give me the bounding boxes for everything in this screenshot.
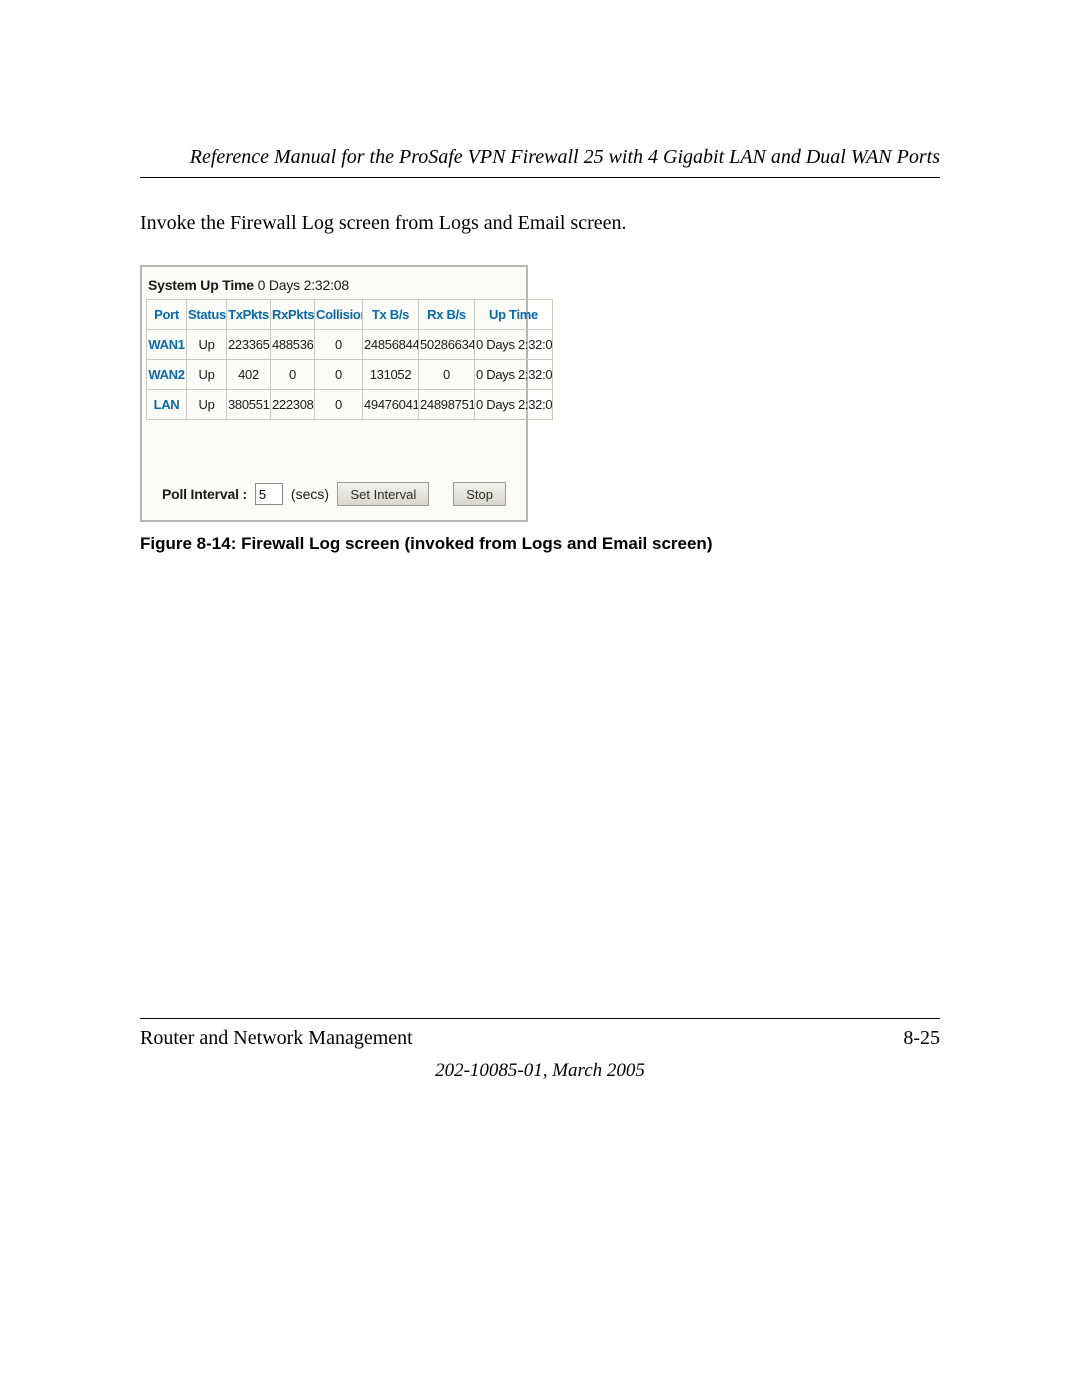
intro-text: Invoke the Firewall Log screen from Logs… xyxy=(140,212,940,235)
table-row: WAN2 Up 402 0 0 131052 0 0 Days 2:32:08 xyxy=(147,360,553,390)
page-header: Reference Manual for the ProSafe VPN Fir… xyxy=(140,146,940,178)
cell-collisions: 0 xyxy=(315,360,363,390)
poll-unit: (secs) xyxy=(291,486,329,502)
cell-txbs: 24856844 xyxy=(363,330,419,360)
table-row: WAN1 Up 223365 488536 0 24856844 5028663… xyxy=(147,330,553,360)
col-collisions: Collisions xyxy=(315,300,363,330)
table-row: LAN Up 380551 222308 0 494760415 2489875… xyxy=(147,390,553,420)
cell-txbs: 494760415 xyxy=(363,390,419,420)
cell-status: Up xyxy=(187,330,227,360)
cell-status: Up xyxy=(187,360,227,390)
cell-rxbs: 24898751 xyxy=(419,390,475,420)
cell-rxpkts: 488536 xyxy=(271,330,315,360)
col-uptime: Up Time xyxy=(475,300,553,330)
cell-rxpkts: 222308 xyxy=(271,390,315,420)
page-footer: Router and Network Management 8-25 202-1… xyxy=(140,1018,940,1082)
poll-interval-label: Poll Interval : xyxy=(162,486,247,502)
cell-uptime: 0 Days 2:32:08 xyxy=(475,360,553,390)
stop-button[interactable]: Stop xyxy=(453,482,506,506)
port-link[interactable]: LAN xyxy=(147,390,187,420)
figure-caption: Figure 8-14: Firewall Log screen (invoke… xyxy=(140,534,940,554)
col-rxbs: Rx B/s xyxy=(419,300,475,330)
cell-rxbs: 502866347 xyxy=(419,330,475,360)
port-link[interactable]: WAN1 xyxy=(147,330,187,360)
cell-uptime: 0 Days 2:32:08 xyxy=(475,330,553,360)
firewall-log-panel: System Up Time 0 Days 2:32:08 Port Statu… xyxy=(140,265,528,522)
cell-txpkts: 380551 xyxy=(227,390,271,420)
col-txpkts: TxPkts xyxy=(227,300,271,330)
cell-txpkts: 402 xyxy=(227,360,271,390)
footer-page: 8-25 xyxy=(903,1027,940,1050)
cell-collisions: 0 xyxy=(315,330,363,360)
cell-rxpkts: 0 xyxy=(271,360,315,390)
uptime-value: 0 Days 2:32:08 xyxy=(258,277,349,293)
col-txbs: Tx B/s xyxy=(363,300,419,330)
cell-txpkts: 223365 xyxy=(227,330,271,360)
cell-status: Up xyxy=(187,390,227,420)
cell-collisions: 0 xyxy=(315,390,363,420)
uptime-label: System Up Time xyxy=(148,277,254,293)
table-header-row: Port Status TxPkts RxPkts Collisions Tx … xyxy=(147,300,553,330)
col-rxpkts: RxPkts xyxy=(271,300,315,330)
poll-interval-input[interactable] xyxy=(255,483,283,505)
cell-uptime: 0 Days 2:32:08 xyxy=(475,390,553,420)
port-stats-table: Port Status TxPkts RxPkts Collisions Tx … xyxy=(146,299,553,420)
poll-controls: Poll Interval : (secs) Set Interval Stop xyxy=(146,482,522,506)
footer-docid: 202-10085-01, March 2005 xyxy=(140,1060,940,1082)
cell-rxbs: 0 xyxy=(419,360,475,390)
footer-section: Router and Network Management xyxy=(140,1027,413,1050)
port-link[interactable]: WAN2 xyxy=(147,360,187,390)
set-interval-button[interactable]: Set Interval xyxy=(337,482,429,506)
col-status: Status xyxy=(187,300,227,330)
cell-txbs: 131052 xyxy=(363,360,419,390)
system-uptime: System Up Time 0 Days 2:32:08 xyxy=(146,277,522,299)
col-port: Port xyxy=(147,300,187,330)
